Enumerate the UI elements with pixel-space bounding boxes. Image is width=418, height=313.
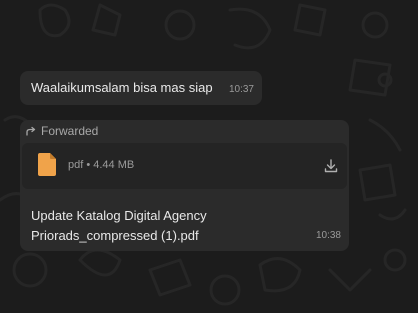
file-meta: pdf • 4.44 MB	[68, 159, 135, 171]
chat-area: Waalaikumsalam bisa mas siap 10:37 Forwa…	[0, 0, 418, 313]
file-name-line: Update Katalog Digital Agency	[31, 208, 207, 223]
forward-arrow-icon	[26, 126, 36, 136]
download-button[interactable]	[321, 156, 341, 176]
message-timestamp: 10:38	[315, 230, 341, 241]
download-icon	[324, 159, 338, 173]
message-text: Waalaikumsalam bisa mas siap	[31, 80, 213, 95]
file-name-line: Priorads_compressed (1).pdf	[31, 228, 199, 243]
file-name: Update Katalog Digital Agency Priorads_c…	[31, 206, 261, 246]
pdf-file-icon	[38, 153, 56, 176]
forwarded-indicator: Forwarded	[25, 123, 98, 139]
forwarded-label: Forwarded	[41, 124, 99, 138]
file-attachment-card[interactable]: pdf • 4.44 MB	[22, 143, 347, 189]
message-timestamp: 10:37	[228, 84, 254, 95]
document-message-bubble[interactable]: Forwarded pdf • 4.44 MB Update Katalog D…	[20, 120, 349, 251]
message-bubble-incoming[interactable]: Waalaikumsalam bisa mas siap 10:37	[20, 71, 262, 105]
